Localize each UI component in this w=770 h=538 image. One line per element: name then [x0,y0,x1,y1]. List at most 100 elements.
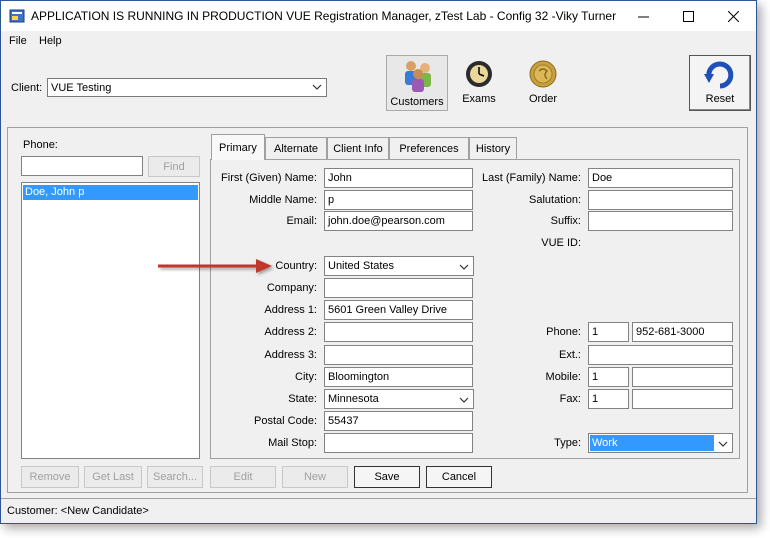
address2-input[interactable] [324,322,473,342]
phone-country-input[interactable]: 1 [588,322,629,342]
middle-name-value: p [328,194,335,206]
postal-code-value: 55437 [328,415,359,427]
salutation-label: Salutation: [529,194,581,206]
tab-history[interactable]: History [469,137,517,159]
client-select-value: VUE Testing [51,82,112,94]
postal-code-label: Postal Code: [254,415,317,427]
mobile-country-value: 1 [592,371,599,383]
chevron-down-icon [459,397,469,403]
phone-label: Phone: [546,326,581,338]
list-item[interactable]: Doe, John p [23,185,198,200]
vue-id-label: VUE ID: [541,237,581,249]
maximize-button[interactable] [666,1,711,31]
close-button[interactable] [711,1,756,31]
cancel-button[interactable]: Cancel [426,466,492,488]
address2-label: Address 2: [264,326,317,338]
title-bar: APPLICATION IS RUNNING IN PRODUCTION VUE… [1,1,756,31]
first-name-label: First (Given) Name: [221,172,317,184]
company-label: Company: [266,282,317,294]
state-value: Minnesota [328,393,379,405]
phone-number-input[interactable]: 952-681-3000 [632,322,733,342]
customers-button[interactable]: Customers [386,55,448,111]
tab-preferences[interactable]: Preferences [389,137,469,159]
chevron-down-icon [312,84,322,90]
address1-value: 5601 Green Valley Drive [328,304,448,316]
order-label: Order [528,93,558,105]
menu-help[interactable]: Help [39,35,62,47]
address3-input[interactable] [324,345,473,365]
mobile-number-input[interactable] [632,367,733,387]
company-input[interactable] [324,278,473,298]
type-select[interactable]: Work [588,433,733,453]
save-button[interactable]: Save [354,466,420,488]
type-label: Type: [554,437,581,449]
suffix-input[interactable] [588,211,733,231]
tab-alternate[interactable]: Alternate [265,137,327,159]
tab-primary[interactable]: Primary [211,134,265,160]
address1-label: Address 1: [264,304,317,316]
city-label: City: [295,371,317,383]
city-value: Bloomington [328,371,390,383]
app-icon [9,9,25,23]
order-button[interactable]: Order [514,55,572,111]
chevron-down-icon [459,264,469,270]
customers-label: Customers [390,96,444,108]
close-icon [728,10,739,22]
client-label: Client: [11,82,43,94]
get-last-button[interactable]: Get Last [84,466,142,488]
list-item-label: Doe, John p [25,186,85,198]
order-icon [529,60,557,88]
minimize-icon [638,16,649,17]
customers-icon [405,61,431,92]
phone-number-value: 952-681-3000 [636,326,705,338]
find-button[interactable]: Find [148,156,200,177]
state-select[interactable]: Minnesota [324,389,474,409]
search-button[interactable]: Search... [147,466,203,488]
remove-button[interactable]: Remove [21,466,79,488]
mail-stop-label: Mail Stop: [268,437,317,449]
first-name-input[interactable]: John [324,168,473,188]
suffix-label: Suffix: [550,215,581,227]
client-select[interactable]: VUE Testing [47,78,327,97]
ext-label: Ext.: [558,349,581,361]
phone-search-label: Phone: [23,139,58,151]
postal-code-input[interactable]: 55437 [324,411,473,431]
mail-stop-input[interactable] [324,433,473,453]
fax-country-input[interactable]: 1 [588,389,629,409]
exams-button[interactable]: Exams [450,55,508,111]
tab-client-info[interactable]: Client Info [327,137,389,159]
last-name-input[interactable]: Doe [588,168,733,188]
minimize-button[interactable] [621,1,666,31]
country-select[interactable]: United States [324,256,474,276]
phone-country-value: 1 [592,326,599,338]
phone-search-input[interactable] [21,156,143,176]
maximize-icon [683,10,694,22]
last-name-label: Last (Family) Name: [481,172,581,184]
email-value: john.doe@pearson.com [328,215,445,227]
type-value: Work [592,437,618,449]
menu-bar: File Help [1,31,756,51]
new-button[interactable]: New [282,466,348,488]
menu-file[interactable]: File [9,35,27,47]
email-label: Email: [286,215,317,227]
exams-icon [466,61,492,87]
edit-button[interactable]: Edit [210,466,276,488]
results-list[interactable]: Doe, John p [21,182,200,459]
reset-button[interactable]: Reset [689,55,751,111]
email-input[interactable]: john.doe@pearson.com [324,211,473,231]
mobile-country-input[interactable]: 1 [588,367,629,387]
chevron-down-icon [718,441,728,447]
middle-name-input[interactable]: p [324,190,473,210]
salutation-input[interactable] [588,190,733,210]
fax-number-input[interactable] [632,389,733,409]
fax-label: Fax: [559,393,581,405]
state-label: State: [288,393,317,405]
status-text: Customer: <New Candidate> [7,505,149,517]
reset-icon [704,61,734,89]
ext-input[interactable] [588,345,733,365]
application-window: APPLICATION IS RUNNING IN PRODUCTION VUE… [0,0,757,524]
address1-input[interactable]: 5601 Green Valley Drive [324,300,473,320]
city-input[interactable]: Bloomington [324,367,473,387]
reset-label: Reset [705,93,735,105]
first-name-value: John [328,172,352,184]
